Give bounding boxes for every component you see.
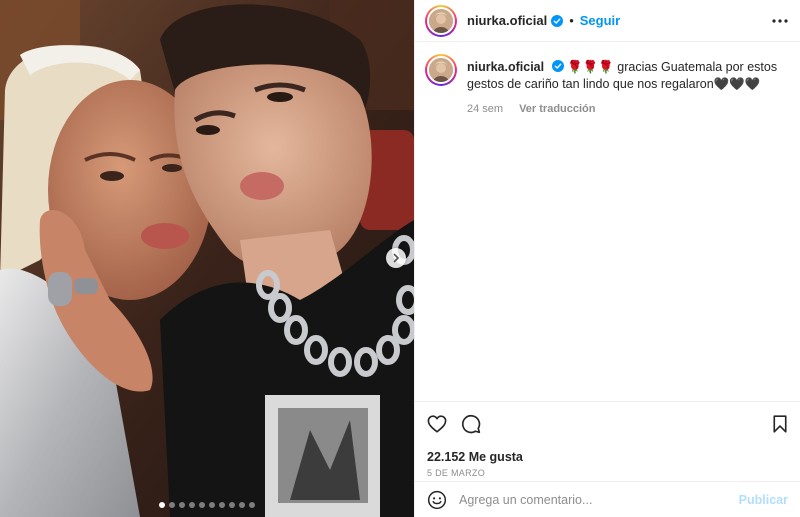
carousel-dot [169,502,175,508]
carousel-dot [159,502,165,508]
carousel-dot [199,502,205,508]
follow-button[interactable]: Seguir [580,13,620,28]
carousel-dot [219,502,225,508]
carousel-next-button[interactable] [386,248,406,268]
heart-icon [427,415,447,433]
avatar-image [429,8,453,33]
post-details-panel: niurka.oficial • Seguir niurka.oficial 🌹… [414,0,800,517]
emoji-button[interactable] [427,490,447,510]
see-translation-button[interactable]: Ver traducción [519,101,595,118]
instagram-post: niurka.oficial • Seguir niurka.oficial 🌹… [0,0,800,517]
verified-badge-icon [551,14,564,27]
post-date[interactable]: 5 DE MARZO [427,468,788,478]
carousel-dot [189,502,195,508]
carousel-indicator [0,502,414,508]
comment-button[interactable] [461,414,481,434]
more-options-button[interactable] [772,18,788,23]
likes-count[interactable]: 22.152 Me gusta [427,450,788,464]
header-username[interactable]: niurka.oficial [467,13,547,28]
publish-button[interactable]: Publicar [739,493,788,507]
comment-icon [461,414,481,434]
caption: niurka.oficial 🌹🌹🌹 gracias Guatemala por… [425,54,788,118]
chevron-right-icon [393,253,399,263]
caption-emoji: 🌹🌹🌹 [567,60,614,74]
comment-input[interactable] [459,492,739,507]
like-button[interactable] [427,415,447,433]
avatar-image [429,58,453,82]
carousel-dot [209,502,215,508]
save-button[interactable] [772,415,788,433]
carousel-dot [179,502,185,508]
post-photo [0,0,414,517]
add-comment-bar: Publicar [415,481,800,517]
header-separator: • [569,13,574,28]
caption-avatar[interactable] [425,54,457,86]
bookmark-icon [773,415,787,433]
caption-username[interactable]: niurka.oficial [467,60,544,74]
carousel-dot [239,502,245,508]
smiley-icon [427,490,447,509]
caption-time[interactable]: 24 sem [467,101,503,118]
more-horizontal-icon [772,18,788,23]
avatar[interactable] [425,4,457,37]
carousel-dot [249,502,255,508]
caption-meta: 24 sem Ver traducción [467,101,782,118]
verified-badge-icon [551,60,564,72]
caption-text-block: niurka.oficial 🌹🌹🌹 gracias Guatemala por… [467,59,782,93]
carousel-dot [229,502,235,508]
action-icons-row [427,410,788,438]
post-media[interactable] [0,0,414,517]
comments-section[interactable]: niurka.oficial 🌹🌹🌹 gracias Guatemala por… [415,42,800,401]
post-header: niurka.oficial • Seguir [415,0,800,42]
post-actions: 22.152 Me gusta 5 DE MARZO [415,401,800,485]
